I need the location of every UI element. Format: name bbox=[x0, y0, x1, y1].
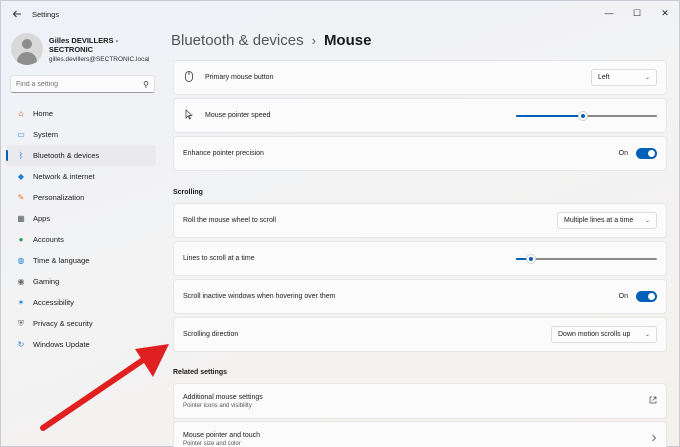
annotation-arrow bbox=[40, 344, 169, 431]
settings-window: Settings — ☐ ✕ Gilles DEVILLERS - SECTRO… bbox=[0, 0, 680, 447]
